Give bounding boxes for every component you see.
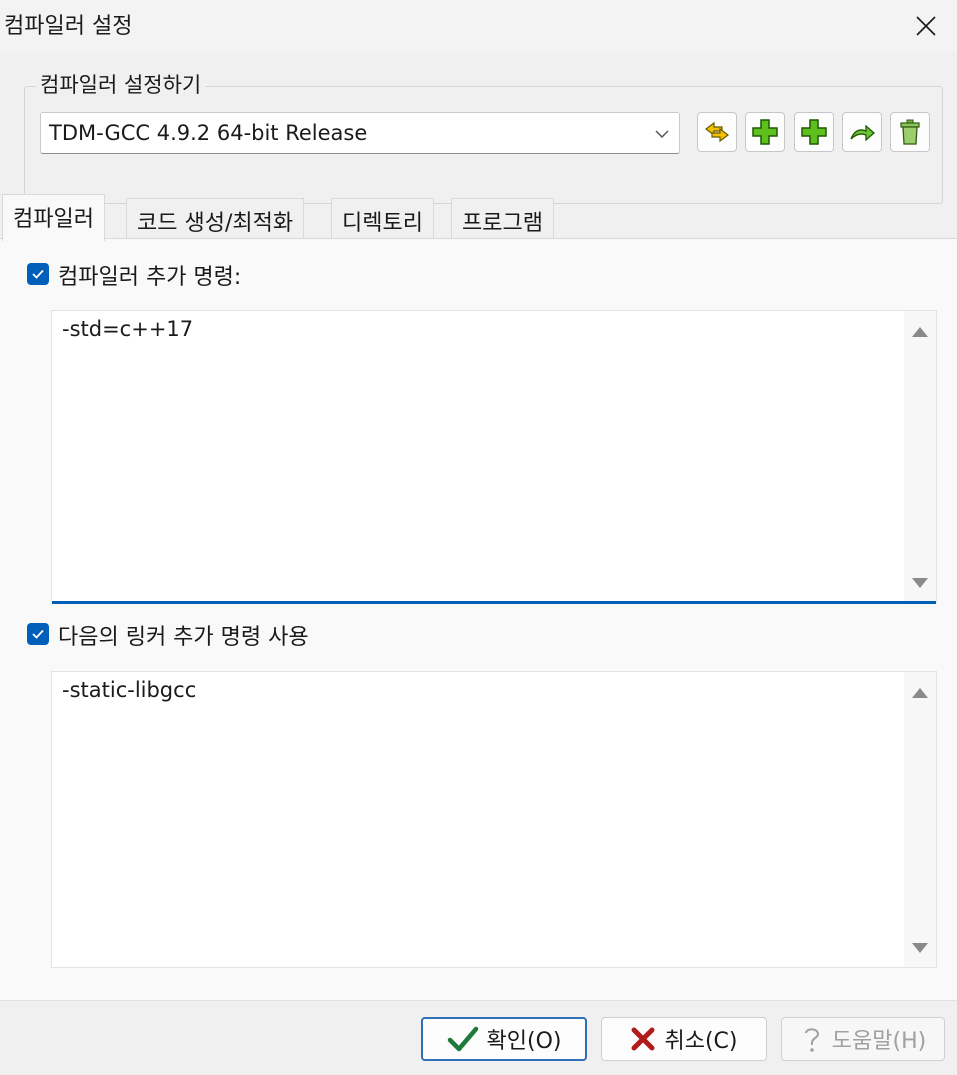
find-compilers-icon	[705, 121, 729, 143]
ok-button[interactable]: 확인(O)	[421, 1017, 587, 1061]
compiler-set-value: TDM-GCC 4.9.2 64-bit Release	[49, 121, 368, 145]
compiler-options-textarea[interactable]: -std=c++17	[51, 310, 937, 604]
cancel-label: 취소(C)	[664, 1029, 738, 1054]
scroll-down-icon[interactable]	[912, 578, 928, 588]
compiler-options-checkbox[interactable]	[27, 263, 49, 285]
compiler-options-label: 컴파일러 추가 명령:	[58, 265, 242, 290]
scroll-up-icon[interactable]	[912, 327, 928, 337]
tab-label: 컴파일러	[13, 207, 94, 232]
add-compiler-alt-icon	[801, 119, 827, 145]
add-compiler-button[interactable]	[745, 112, 785, 152]
window-title: 컴파일러 설정	[4, 14, 133, 39]
help-icon	[804, 1028, 819, 1052]
linker-options-text: -static-libgcc	[62, 678, 197, 702]
delete-compiler-icon	[900, 119, 920, 145]
ok-label: 확인(O)	[486, 1029, 562, 1054]
tab-programs[interactable]: 프로그램	[451, 198, 554, 240]
scroll-up-icon[interactable]	[912, 688, 928, 698]
compiler-options-scrollbar[interactable]	[904, 311, 936, 602]
rename-compiler-button[interactable]	[842, 112, 882, 152]
title-bar: 컴파일러 설정	[0, 0, 957, 52]
cancel-button[interactable]: 취소(C)	[601, 1017, 767, 1061]
linker-options-textarea[interactable]: -static-libgcc	[51, 671, 937, 968]
tab-label: 디렉토리	[342, 211, 423, 236]
add-compiler-icon	[752, 119, 778, 145]
compiler-options-text: -std=c++17	[62, 317, 194, 341]
tab-code-generation[interactable]: 코드 생성/최적화	[126, 198, 305, 240]
scroll-down-icon[interactable]	[912, 943, 928, 953]
linker-options-label: 다음의 링커 추가 명령 사용	[58, 625, 309, 650]
help-button[interactable]: 도움말(H)	[781, 1017, 945, 1061]
focus-underline	[52, 601, 936, 604]
tab-panel: 컴파일러 추가 명령: -std=c++17 다음의 링커 추가 명령 사용 -…	[0, 238, 957, 1000]
linker-options-scrollbar[interactable]	[904, 672, 936, 967]
tab-label: 코드 생성/최적화	[137, 211, 294, 236]
close-icon	[631, 1027, 655, 1051]
delete-compiler-button[interactable]	[890, 112, 930, 152]
dialog-content: 컴파일러 설정하기 TDM-GCC 4.9.2 64-bit Release 컴…	[0, 52, 957, 1000]
tab-directories[interactable]: 디렉토리	[331, 198, 434, 240]
dialog-footer: 확인(O) 취소(C) 도움말(H)	[0, 1000, 957, 1075]
help-label: 도움말(H)	[831, 1029, 927, 1054]
tab-strip: 컴파일러 코드 생성/최적화 디렉토리 프로그램	[0, 194, 957, 241]
compiler-set-select[interactable]: TDM-GCC 4.9.2 64-bit Release	[40, 112, 680, 154]
checkmark-icon	[32, 269, 44, 279]
linker-options-checkbox[interactable]	[27, 623, 49, 645]
tab-compiler[interactable]: 컴파일러	[2, 194, 105, 241]
checkmark-icon	[32, 629, 44, 639]
find-compilers-button[interactable]	[697, 112, 737, 152]
add-compiler-alt-button[interactable]	[794, 112, 834, 152]
rename-compiler-icon	[850, 124, 875, 142]
group-legend: 컴파일러 설정하기	[36, 69, 206, 99]
tab-label: 프로그램	[462, 211, 543, 236]
checkmark-icon	[447, 1026, 478, 1052]
chevron-down-icon	[655, 130, 669, 139]
close-icon	[916, 16, 936, 36]
close-button[interactable]	[895, 0, 957, 52]
